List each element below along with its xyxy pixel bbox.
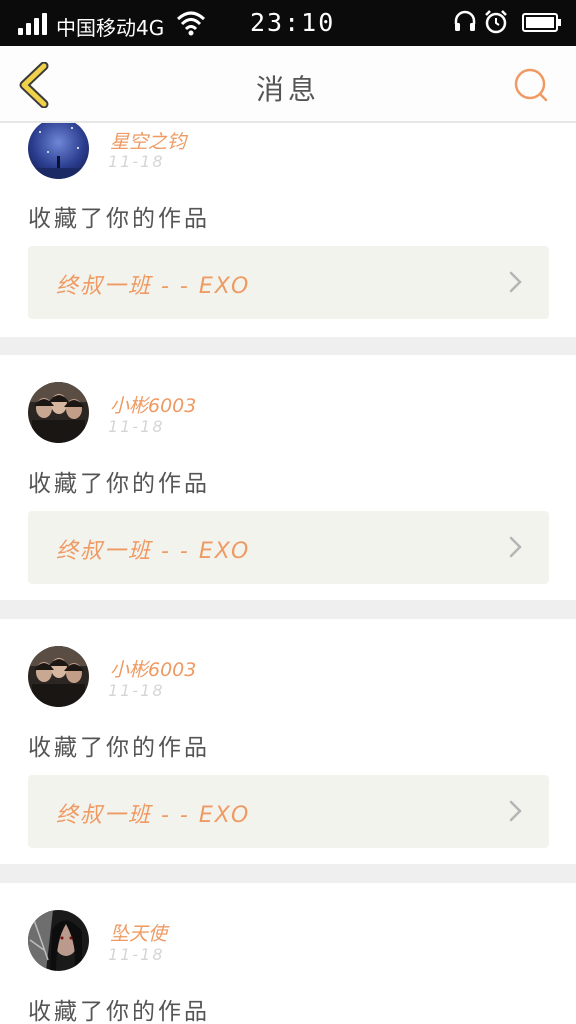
starry-sky-avatar-icon xyxy=(28,123,89,179)
username[interactable]: 坠天使 xyxy=(110,919,167,946)
message-date: 11-18 xyxy=(108,417,165,436)
work-title: 终叔一班 - - EXO xyxy=(56,539,251,564)
action-text: 收藏了你的作品 xyxy=(28,471,210,497)
action-text: 收藏了你的作品 xyxy=(28,206,210,232)
work-link[interactable]: 终叔一班 - - EXO xyxy=(28,511,549,584)
clock-time: 23:10 xyxy=(250,8,336,37)
nav-bar: 消息 xyxy=(0,46,576,123)
dark-angel-avatar-icon xyxy=(28,910,89,971)
username[interactable]: 小彬6003 xyxy=(110,655,196,682)
page-title: 消息 xyxy=(255,73,320,106)
search-button[interactable] xyxy=(512,66,550,104)
work-title: 终叔一班 - - EXO xyxy=(56,803,251,828)
username[interactable]: 小彬6003 xyxy=(110,391,196,418)
group-photo-avatar-icon xyxy=(28,382,89,443)
battery-icon xyxy=(522,13,561,32)
message-list[interactable]: 星空之钧 11-18 收藏了你的作品 终叔一班 - - EXO 小彬6003 1… xyxy=(0,123,576,1024)
work-link[interactable]: 终叔一班 - - EXO xyxy=(28,246,549,319)
chevron-right-icon xyxy=(509,271,522,293)
message-card: 星空之钧 11-18 收藏了你的作品 终叔一班 - - EXO xyxy=(0,123,576,337)
alarm-icon xyxy=(485,10,507,34)
message-card: 小彬6003 11-18 收藏了你的作品 终叔一班 - - EXO xyxy=(0,619,576,864)
search-icon xyxy=(514,68,548,102)
carrier-label: 中国移动4G xyxy=(56,16,165,40)
signal-icon xyxy=(18,13,48,35)
chevron-right-icon xyxy=(509,536,522,558)
action-text: 收藏了你的作品 xyxy=(28,735,210,761)
action-text: 收藏了你的作品 xyxy=(28,999,210,1024)
work-link[interactable]: 终叔一班 - - EXO xyxy=(28,775,549,848)
status-bar: 中国移动4G 23:10 xyxy=(0,0,576,46)
chevron-right-icon xyxy=(509,800,522,822)
work-title: 终叔一班 - - EXO xyxy=(56,274,251,299)
user-avatar[interactable] xyxy=(28,382,89,443)
message-date: 11-18 xyxy=(108,945,165,964)
message-date: 11-18 xyxy=(108,152,165,171)
message-card: 坠天使 11-18 收藏了你的作品 xyxy=(0,883,576,1024)
user-avatar[interactable] xyxy=(28,910,89,971)
message-card: 小彬6003 11-18 收藏了你的作品 终叔一班 - - EXO xyxy=(0,355,576,600)
message-date: 11-18 xyxy=(108,681,165,700)
wifi-icon xyxy=(176,11,206,36)
user-avatar[interactable] xyxy=(28,123,89,179)
headset-icon xyxy=(454,10,476,31)
username[interactable]: 星空之钧 xyxy=(110,127,186,154)
user-avatar[interactable] xyxy=(28,646,89,707)
group-photo-avatar-icon xyxy=(28,646,89,707)
